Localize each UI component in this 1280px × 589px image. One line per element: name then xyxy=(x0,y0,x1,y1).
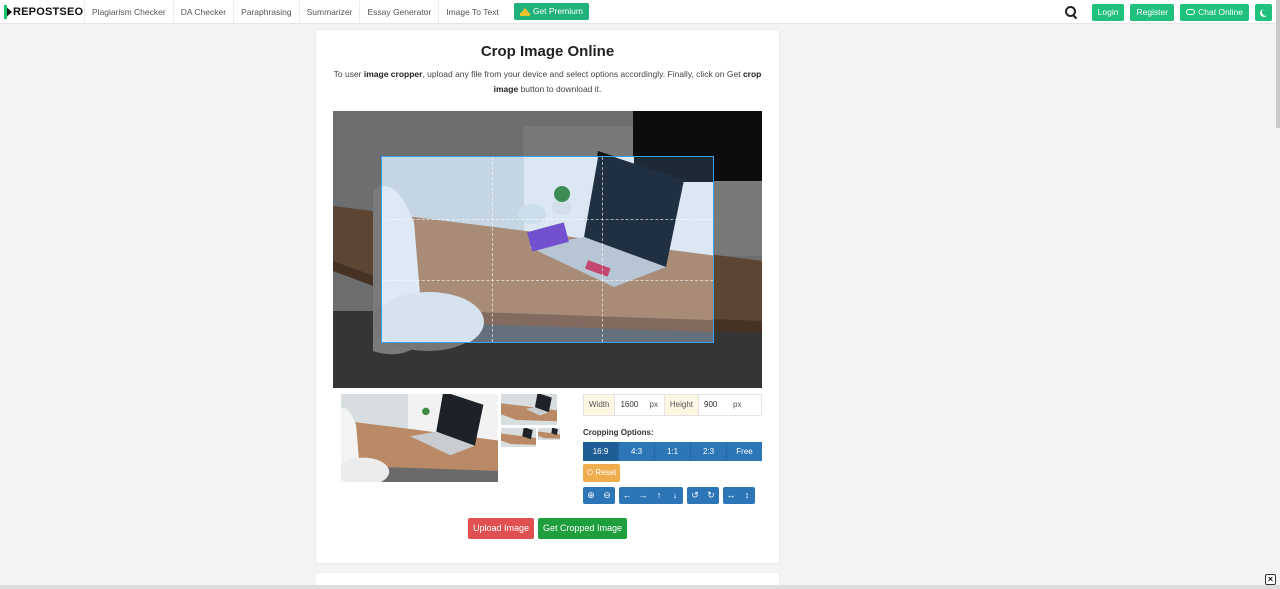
flip-vertical-icon[interactable]: ↕ xyxy=(739,487,755,504)
get-premium-button[interactable]: Get Premium xyxy=(513,3,589,20)
get-premium-label: Get Premium xyxy=(532,6,583,16)
ratio-16-9-button[interactable]: 16:9 xyxy=(583,442,619,461)
crop-canvas[interactable] xyxy=(333,111,762,388)
rotate-group: ↺ ↻ xyxy=(687,487,719,504)
preview-large xyxy=(341,394,498,482)
bottom-banner-edge xyxy=(0,585,1280,589)
nav-link-summarizer[interactable]: Summarizer xyxy=(298,0,360,24)
logo-icon xyxy=(4,4,12,19)
logo-text: REPOSTSEO xyxy=(13,5,84,18)
desc-bold: image cropper xyxy=(363,69,423,79)
logo[interactable]: REPOSTSEO xyxy=(0,0,84,24)
ratio-4-3-button[interactable]: 4:3 xyxy=(619,442,655,461)
chat-online-label: Chat Online xyxy=(1198,6,1243,17)
ratio-2-3-button[interactable]: 2:3 xyxy=(691,442,727,461)
width-label: Width xyxy=(584,395,616,415)
width-unit: px xyxy=(649,395,665,415)
crop-box-tint xyxy=(382,157,713,342)
move-right-icon[interactable]: → xyxy=(635,487,651,504)
page-title: Crop Image Online xyxy=(480,43,615,60)
height-input[interactable]: 900 xyxy=(699,395,733,415)
zoom-out-icon[interactable]: ⊖ xyxy=(599,487,615,504)
cropping-options-label: Cropping Options: xyxy=(583,428,654,437)
login-button[interactable]: Login xyxy=(1091,3,1125,21)
rotate-left-icon[interactable]: ↺ xyxy=(687,487,703,504)
flip-horizontal-icon[interactable]: ↔ xyxy=(723,487,739,504)
preview-xsmall xyxy=(538,428,560,440)
reset-label: Reset xyxy=(595,468,617,477)
crop-tool-card: Crop Image Online To user image cropper,… xyxy=(316,30,779,563)
page-scrollbar[interactable] xyxy=(1276,0,1280,128)
zoom-in-icon[interactable]: ⊕ xyxy=(583,487,599,504)
width-input[interactable]: 1600 xyxy=(615,395,649,415)
zoom-group: ⊕ ⊖ xyxy=(583,487,615,504)
crop-guide-v1 xyxy=(492,157,494,342)
desc-part: To user xyxy=(333,69,364,79)
reset-button[interactable]: ⏻ Reset xyxy=(583,464,620,482)
preview-small xyxy=(501,428,536,447)
crop-guide-h1 xyxy=(382,218,713,220)
height-label: Height xyxy=(664,395,700,415)
move-left-icon[interactable]: ← xyxy=(619,487,635,504)
move-down-icon[interactable]: ↓ xyxy=(667,487,683,504)
upload-image-button[interactable]: Upload Image xyxy=(467,518,534,539)
height-unit: px xyxy=(733,400,742,409)
rotate-right-icon[interactable]: ↻ xyxy=(703,487,719,504)
dark-mode-toggle[interactable] xyxy=(1255,3,1272,21)
search-icon[interactable] xyxy=(1064,5,1078,19)
get-cropped-image-button[interactable]: Get Cropped Image xyxy=(538,518,628,539)
nav-link-image-to-text[interactable]: Image To Text xyxy=(438,0,506,24)
nav-right: Login Register Chat Online xyxy=(1064,0,1272,24)
preview-medium xyxy=(501,394,557,425)
aspect-ratio-group: 16:9 4:3 1:1 2:3 Free xyxy=(583,442,762,461)
action-buttons: Upload Image Get Cropped Image xyxy=(316,518,779,539)
nav-link-essay-generator[interactable]: Essay Generator xyxy=(359,0,438,24)
nav-link-plagiarism-checker[interactable]: Plagiarism Checker xyxy=(84,0,173,24)
moon-icon xyxy=(1262,8,1270,16)
nav-links: Plagiarism Checker DA Checker Paraphrasi… xyxy=(84,0,506,24)
dimension-inputs: Width 1600 px Height 900 px xyxy=(583,394,762,416)
chat-online-button[interactable]: Chat Online xyxy=(1180,3,1249,21)
crop-selection-box[interactable] xyxy=(381,156,714,343)
flip-group: ↔ ↕ xyxy=(723,487,755,504)
page-description: To user image cropper, upload any file f… xyxy=(324,67,771,96)
register-button[interactable]: Register xyxy=(1130,3,1175,21)
tool-row: ⊕ ⊖ ← → ↑ ↓ ↺ ↻ ↔ ↕ xyxy=(583,487,755,504)
desc-part: , upload any file from your device and s… xyxy=(422,69,743,79)
move-up-icon[interactable]: ↑ xyxy=(651,487,667,504)
desc-part: button to download it. xyxy=(518,83,602,94)
crown-icon xyxy=(519,7,530,16)
move-group: ← → ↑ ↓ xyxy=(619,487,683,504)
chat-bubble-icon xyxy=(1186,9,1196,15)
crop-guide-v2 xyxy=(602,157,604,342)
crop-guide-h2 xyxy=(382,280,713,282)
nav-link-da-checker[interactable]: DA Checker xyxy=(172,0,233,24)
nav-link-paraphrasing[interactable]: Paraphrasing xyxy=(233,0,299,24)
close-icon[interactable]: × xyxy=(1265,574,1276,585)
ratio-1-1-button[interactable]: 1:1 xyxy=(655,442,691,461)
top-navbar: REPOSTSEO Plagiarism Checker DA Checker … xyxy=(0,0,1280,24)
ratio-free-button[interactable]: Free xyxy=(727,442,762,461)
